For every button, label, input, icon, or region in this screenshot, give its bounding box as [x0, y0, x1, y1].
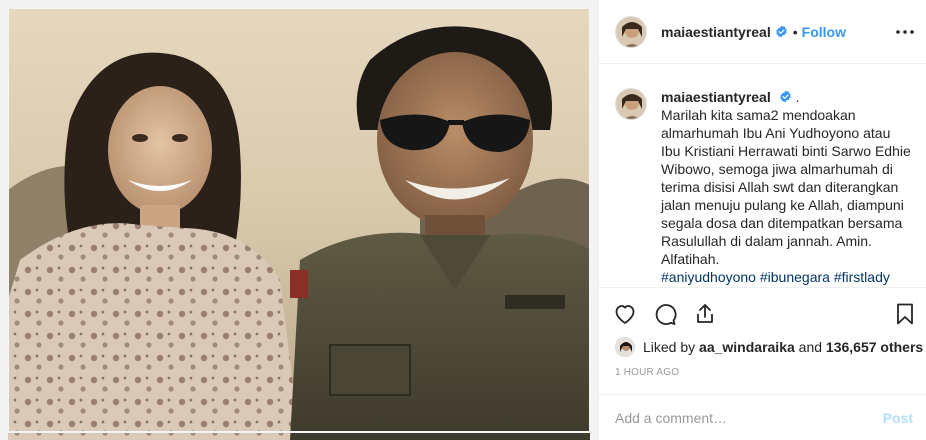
- likes-others-count[interactable]: 136,657 others: [826, 339, 923, 355]
- hashtag-link[interactable]: #firstlady: [834, 269, 890, 285]
- verified-badge-icon: [779, 90, 791, 103]
- likes-summary: Liked by aa_windaraika and 136,657 other…: [615, 336, 923, 358]
- bookmark-icon[interactable]: [893, 302, 917, 326]
- post-timestamp[interactable]: 1 HOUR AGO: [615, 367, 679, 378]
- post-actions: [599, 287, 926, 327]
- share-icon[interactable]: [693, 302, 717, 326]
- post-caption: maiaestiantyreal . Marilah kita sama2 me…: [599, 64, 926, 286]
- verified-badge-icon: [775, 25, 787, 38]
- post-photo[interactable]: [0, 0, 598, 440]
- comment-box: Post: [599, 394, 926, 440]
- comment-icon[interactable]: [653, 302, 677, 326]
- more-options-icon[interactable]: [895, 22, 915, 42]
- follow-button[interactable]: Follow: [802, 24, 846, 40]
- comment-input[interactable]: [615, 409, 883, 426]
- post-photo-pane[interactable]: [0, 0, 598, 440]
- caption-suffix: .: [795, 89, 800, 105]
- author-avatar[interactable]: [615, 15, 647, 48]
- liker-avatar[interactable]: [615, 337, 635, 357]
- liker-username[interactable]: aa_windaraika: [699, 339, 795, 355]
- author-username[interactable]: maiaestiantyreal: [661, 24, 771, 40]
- caption-body: maiaestiantyreal . Marilah kita sama2 me…: [661, 88, 911, 286]
- hashtag-link[interactable]: #aniyudhoyono: [661, 269, 756, 285]
- caption-author-avatar[interactable]: [615, 88, 647, 120]
- caption-hashtags: #aniyudhoyono #ibunegara #firstlady: [661, 268, 911, 286]
- hashtag-link[interactable]: #ibunegara: [760, 269, 830, 285]
- caption-username[interactable]: maiaestiantyreal: [661, 89, 771, 105]
- header-separator: •: [792, 23, 798, 40]
- likes-prefix: Liked by: [643, 339, 696, 355]
- post-header: maiaestiantyreal • Follow: [599, 0, 926, 64]
- caption-text: Marilah kita sama2 mendoakan almarhumah …: [661, 107, 911, 267]
- likes-conjunction: and: [798, 339, 823, 355]
- post-side-panel: maiaestiantyreal • Follow maiaestiantyre…: [598, 0, 926, 440]
- post-comment-button[interactable]: Post: [883, 410, 913, 426]
- heart-icon[interactable]: [613, 302, 637, 326]
